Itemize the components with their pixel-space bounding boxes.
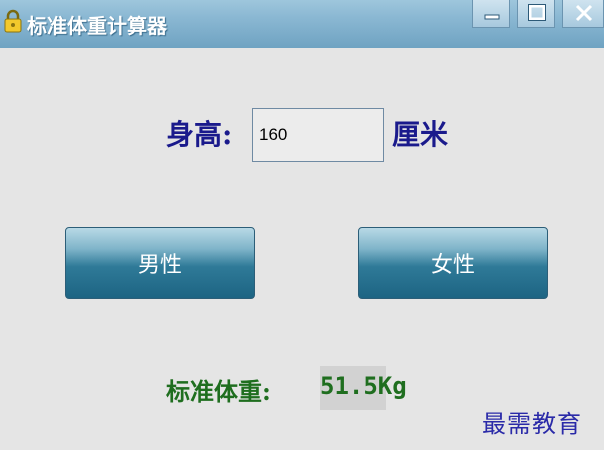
close-icon <box>575 4 593 22</box>
maximize-button[interactable] <box>517 0 555 28</box>
close-button[interactable] <box>562 0 604 28</box>
female-button[interactable]: 女性 <box>358 227 548 299</box>
result-label: 标准体重: <box>166 377 271 406</box>
height-input[interactable] <box>252 108 384 162</box>
result-value: 51.5Kg <box>320 372 407 400</box>
title-bar[interactable]: 标准体重计算器 <box>0 0 604 48</box>
window-title: 标准体重计算器 <box>27 14 167 38</box>
app-window: 标准体重计算器 身高: 厘米 男性 女性 标准体重: 51.5Kg 最需教育 <box>0 0 604 450</box>
height-label: 身高: <box>166 118 233 151</box>
minimize-icon <box>484 14 500 20</box>
watermark-text: 最需教育 <box>482 410 582 438</box>
height-unit-label: 厘米 <box>392 118 449 151</box>
lock-icon <box>3 9 23 33</box>
minimize-button[interactable] <box>472 0 510 28</box>
male-button[interactable]: 男性 <box>65 227 255 299</box>
maximize-icon <box>528 4 546 21</box>
